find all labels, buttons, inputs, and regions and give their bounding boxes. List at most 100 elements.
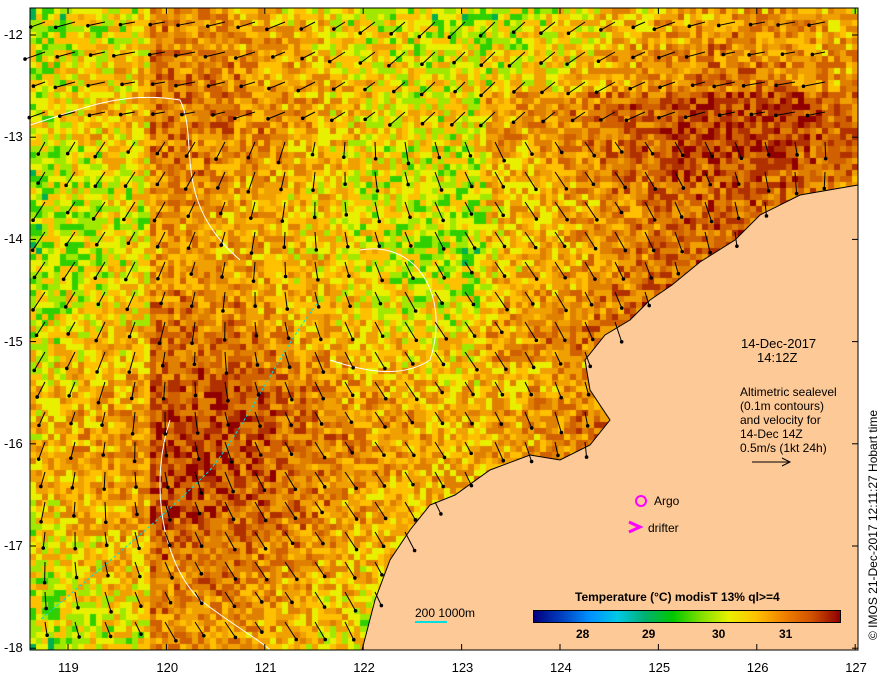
velocity-arrow xyxy=(778,21,796,26)
velocity-arrow xyxy=(284,471,296,490)
velocity-arrow xyxy=(104,591,112,613)
velocity-arrow xyxy=(207,21,226,27)
velocity-arrow xyxy=(494,381,503,395)
velocity-arrow xyxy=(812,51,826,55)
velocity-arrow xyxy=(584,321,594,340)
velocity-arrow xyxy=(237,21,256,28)
velocity-arrow xyxy=(125,171,136,187)
velocity-arrow xyxy=(524,201,537,220)
velocity-arrow xyxy=(344,231,349,247)
velocity-arrow xyxy=(451,111,466,126)
velocity-arrow xyxy=(674,261,679,274)
velocity-arrow xyxy=(150,21,166,26)
velocity-arrow xyxy=(540,51,556,64)
velocity-arrow xyxy=(434,201,444,221)
argo-label: Argo xyxy=(654,494,680,508)
velocity-arrow xyxy=(572,111,586,121)
velocity-arrow xyxy=(374,201,380,222)
time-label: 14:12Z xyxy=(757,350,798,365)
velocity-arrow xyxy=(208,81,226,87)
velocity-arrow xyxy=(65,171,76,186)
velocity-arrow xyxy=(194,471,202,494)
velocity-arrow xyxy=(494,291,508,310)
velocity-arrow xyxy=(344,441,353,454)
velocity-arrow xyxy=(74,621,80,638)
velocity-arrow xyxy=(567,81,586,94)
velocity-arrow xyxy=(164,501,171,521)
velocity-arrow xyxy=(374,441,385,456)
velocity-arrow xyxy=(156,171,166,185)
lon-tick-label: 124 xyxy=(550,660,572,675)
velocity-arrow xyxy=(614,171,626,188)
velocity-arrow xyxy=(333,21,346,30)
velocity-arrow xyxy=(704,141,713,157)
velocity-arrow xyxy=(224,531,236,550)
velocity-arrow xyxy=(181,111,196,116)
velocity-arrow xyxy=(674,171,684,189)
velocity-arrow xyxy=(89,111,106,116)
velocity-arrow xyxy=(159,321,166,344)
velocity-arrow xyxy=(764,171,770,192)
velocity-arrow xyxy=(464,351,478,371)
colorbar-title: Temperature (°C) modisT 13% ql>=4 xyxy=(575,590,780,604)
velocity-arrow xyxy=(278,141,286,163)
velocity-arrow xyxy=(123,201,136,220)
velocity-arrow xyxy=(160,291,166,304)
velocity-arrow xyxy=(272,51,286,58)
velocity-arrow xyxy=(314,231,317,250)
velocity-arrow xyxy=(344,201,347,215)
velocity-arrow xyxy=(284,321,290,339)
lat-tick-label: -14 xyxy=(4,231,23,247)
velocity-arrow xyxy=(284,351,291,368)
velocity-arrow xyxy=(782,51,796,55)
velocity-arrow xyxy=(344,471,357,489)
velocity-arrow xyxy=(494,321,503,333)
velocity-arrow xyxy=(129,321,136,337)
velocity-arrow xyxy=(654,21,676,30)
velocity-arrow xyxy=(454,81,466,92)
velocity-arrow xyxy=(134,471,137,488)
velocity-arrow xyxy=(374,351,386,369)
velocity-arrow xyxy=(247,141,256,158)
velocity-arrow xyxy=(102,441,106,456)
colorbar-tick: 31 xyxy=(779,627,793,641)
velocity-arrow xyxy=(36,321,46,336)
velocity-arrow xyxy=(254,411,261,427)
velocity-arrow xyxy=(776,81,796,86)
velocity-arrow xyxy=(614,261,624,280)
velocity-arrow xyxy=(524,261,538,280)
lat-tick-label: -12 xyxy=(4,27,23,42)
velocity-arrow xyxy=(224,411,229,425)
velocity-arrow xyxy=(302,111,316,119)
velocity-arrow xyxy=(234,111,256,119)
velocity-arrow xyxy=(554,321,566,341)
velocity-arrow xyxy=(614,141,623,153)
velocity-arrow xyxy=(24,51,46,60)
velocity-arrow xyxy=(67,201,76,213)
velocity-arrow xyxy=(374,411,386,428)
velocity-arrow xyxy=(194,501,200,514)
velocity-arrow xyxy=(464,471,472,486)
velocity-arrow xyxy=(254,591,263,603)
velocity-arrow xyxy=(674,201,683,218)
credit-text: © IMOS 21-Dec-2017 12:11:27 Hobart time xyxy=(866,409,880,640)
velocity-arrow xyxy=(434,411,443,424)
velocity-arrow xyxy=(33,81,46,87)
velocity-arrow xyxy=(464,261,473,273)
velocity-arrow xyxy=(434,231,445,250)
lon-tick-label: 125 xyxy=(648,660,671,675)
velocity-arrow xyxy=(70,441,76,459)
velocity-arrow xyxy=(389,111,406,126)
velocity-arrow xyxy=(494,231,505,247)
velocity-arrow xyxy=(194,621,205,637)
velocity-arrow xyxy=(404,261,414,279)
velocity-arrow xyxy=(554,291,567,311)
velocity-arrow xyxy=(480,51,496,66)
velocity-arrow xyxy=(212,111,226,116)
velocity-arrow xyxy=(374,381,387,400)
velocity-arrow xyxy=(164,441,167,456)
velocity-arrow xyxy=(494,441,504,461)
colorbar-tick: 29 xyxy=(642,627,656,641)
velocity-arrow xyxy=(404,411,413,423)
velocity-arrow xyxy=(42,531,46,549)
